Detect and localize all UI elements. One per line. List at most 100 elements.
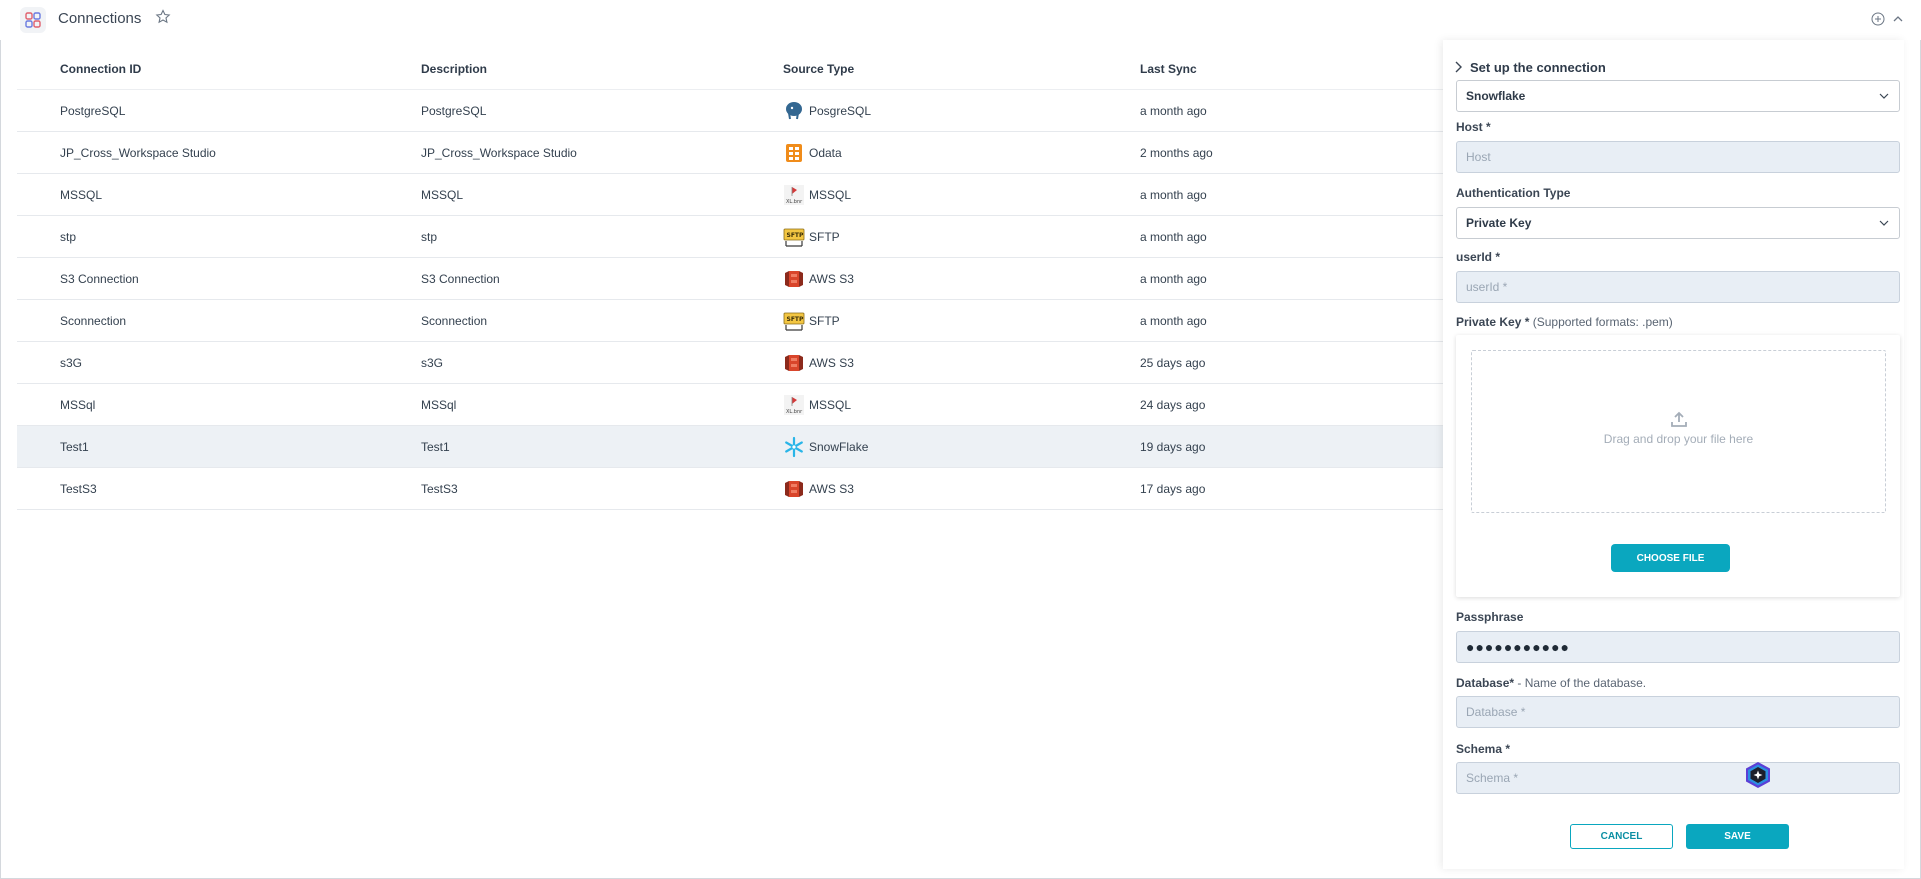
file-dropzone[interactable]: Drag and drop your file here [1471,350,1886,513]
table-header: Connection ID Description Source Type La… [17,47,1445,90]
column-header[interactable]: Connection ID [60,62,141,76]
description-cell: stp [421,230,438,244]
source-type-cell: XL.bnr MSSQL [783,394,851,416]
database-label: Database* - Name of the database. [1456,676,1646,690]
add-circle-icon[interactable] [1871,12,1885,26]
chevron-down-icon [1879,220,1889,226]
passphrase-input[interactable]: ●●●●●●●●●●● [1456,631,1900,663]
mssql-icon: XL.bnr [783,394,805,416]
last-sync-cell: 17 days ago [1140,482,1206,496]
description-cell: Sconnection [421,314,488,328]
table-row[interactable]: S3 Connection S3 Connection AWS S3 a month … [17,258,1445,300]
connection-id-cell: MSSQL [60,188,103,202]
description-cell: s3G [421,356,444,370]
source-type-label: AWS S3 [809,482,854,496]
chevron-right-icon[interactable] [1453,61,1463,73]
source-type-cell: AWS S3 [783,268,854,290]
file-upload-card: Drag and drop your file here CHOOSE FILE [1456,335,1900,597]
svg-text:XL.bnr: XL.bnr [786,199,803,205]
source-type-label: Odata [809,146,842,160]
connection-id-cell: Test1 [60,440,89,454]
ai-assistant-icon[interactable] [1744,761,1772,789]
description-cell: TestS3 [421,482,458,496]
connection-id-cell: S3 Connection [60,272,139,286]
column-header[interactable]: Source Type [783,62,854,76]
table-row[interactable]: TestS3 TestS3 AWS S3 17 days ago [17,468,1445,510]
source-type-label: AWS S3 [809,272,854,286]
userid-placeholder: userId * [1466,280,1508,294]
passphrase-label: Passphrase [1456,610,1524,624]
source-type-cell: Odata [783,142,842,164]
column-header[interactable]: Description [421,62,487,76]
source-type-cell: SFTP SFTP [783,310,840,332]
userid-label: userId * [1456,250,1501,264]
passphrase-value: ●●●●●●●●●●● [1466,639,1571,655]
source-type-label: PosgreSQL [809,104,872,118]
star-icon[interactable] [155,9,171,25]
last-sync-cell: 2 months ago [1140,146,1213,160]
userid-input[interactable]: userId * [1456,271,1900,303]
header: Connections [0,0,1921,40]
source-type-value: Snowflake [1466,89,1526,103]
database-hint: - Name of the database. [1517,676,1647,690]
svg-text:SFTP: SFTP [787,316,805,323]
schema-label: Schema * [1456,742,1511,756]
odata-icon [783,142,805,164]
connection-id-cell: stp [60,230,77,244]
choose-file-button[interactable]: CHOOSE FILE [1611,544,1730,572]
auth-type-value: Private Key [1466,216,1532,230]
schema-input[interactable]: Schema * [1456,762,1900,794]
table-row[interactable]: s3G s3G AWS S3 25 days ago [17,342,1445,384]
host-label: Host * [1456,120,1491,134]
source-type-cell: AWS S3 [783,478,854,500]
database-placeholder: Database * [1466,705,1526,719]
chevron-down-icon [1879,93,1889,99]
auth-type-label: Authentication Type [1456,186,1571,200]
chevron-up-icon[interactable] [1892,13,1904,25]
table-row[interactable]: Test1 Test1 SnowFlake 19 days ago [17,426,1445,468]
source-type-cell: AWS S3 [783,352,854,374]
svg-text:XL.bnr: XL.bnr [786,409,803,415]
source-type-select[interactable]: Snowflake [1456,80,1900,112]
description-cell: Test1 [421,440,450,454]
connections-table: Connection ID Description Source Type La… [17,47,1445,510]
sftp-icon: SFTP [783,226,805,248]
postgres-icon [783,100,805,122]
auth-type-select[interactable]: Private Key [1456,207,1900,239]
upload-icon [1671,411,1687,427]
last-sync-cell: a month ago [1140,272,1207,286]
database-input[interactable]: Database * [1456,696,1900,728]
panel-title: Set up the connection [1470,60,1606,75]
source-type-label: MSSQL [809,188,852,202]
connection-id-cell: PostgreSQL [60,104,126,118]
source-type-cell: SFTP SFTP [783,226,840,248]
last-sync-cell: a month ago [1140,104,1207,118]
last-sync-cell: 25 days ago [1140,356,1206,370]
connection-id-cell: JP_Cross_Workspace Studio [60,146,216,160]
table-row[interactable]: Sconnection Sconnection SFTP SFTP a month ag… [17,300,1445,342]
table-row[interactable]: MSSQL MSSQL XL.bnr MSSQL a month ago [17,174,1445,216]
cancel-button[interactable]: CANCEL [1570,824,1673,849]
description-cell: MSSQL [421,188,464,202]
table-row[interactable]: PostgreSQL PostgreSQL PosgreSQL a month ago [17,90,1445,132]
source-type-label: AWS S3 [809,356,854,370]
column-header[interactable]: Last Sync [1140,62,1197,76]
schema-placeholder: Schema * [1466,771,1519,785]
source-type-label: SFTP [809,230,840,244]
last-sync-cell: a month ago [1140,314,1207,328]
table-row[interactable]: MSSql MSSql XL.bnr MSSQL 24 days ago [17,384,1445,426]
last-sync-cell: a month ago [1140,230,1207,244]
description-cell: PostgreSQL [421,104,487,118]
connections-app-icon[interactable] [20,7,46,33]
table-row[interactable]: JP_Cross_Workspace Studio JP_Cross_Worksp… [17,132,1445,174]
mssql-icon: XL.bnr [783,184,805,206]
save-button[interactable]: SAVE [1686,824,1789,849]
source-type-cell: PosgreSQL [783,100,871,122]
aws-s3-icon [783,352,805,374]
database-label-text: Database* [1456,676,1515,690]
table-row[interactable]: stp stp SFTP SFTP a month ago [17,216,1445,258]
connection-id-cell: TestS3 [60,482,97,496]
host-input[interactable]: Host [1456,141,1900,173]
source-type-label: SFTP [809,314,840,328]
aws-s3-icon [783,268,805,290]
